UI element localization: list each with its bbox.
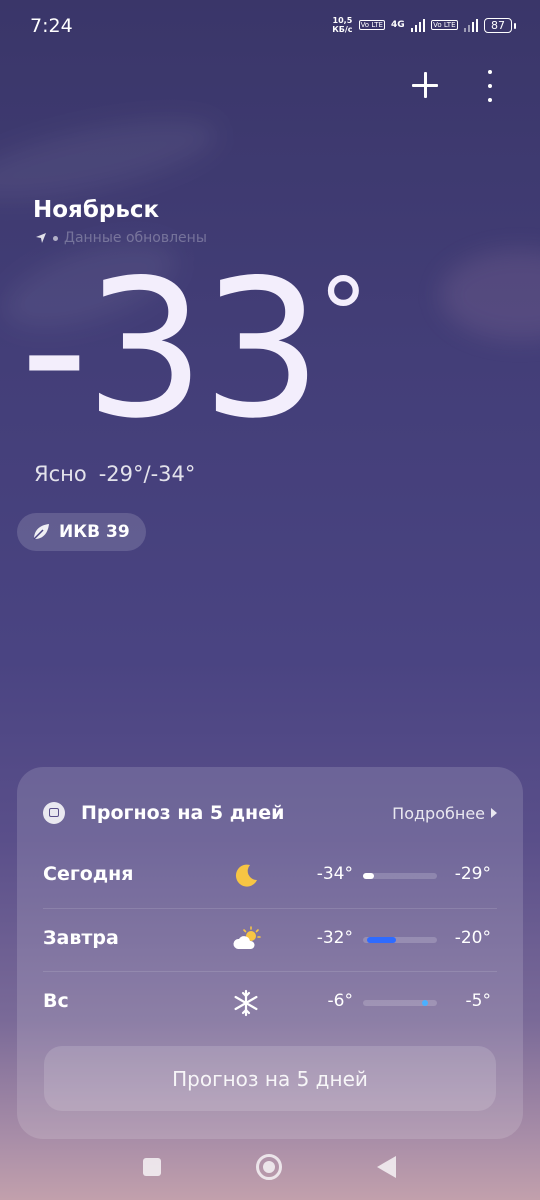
status-icons: 10,5 КБ/с Vo LTE 4G Vo LTE 87 — [332, 16, 516, 34]
partly-cloudy-icon — [233, 926, 261, 949]
temp-range-track — [363, 937, 437, 943]
forecast-card: Прогноз на 5 дней Подробнее Сегодня -34°… — [17, 767, 523, 1139]
day-label: Сегодня — [43, 863, 134, 885]
more-details-label: Подробнее — [392, 803, 485, 823]
degree-symbol: ° — [318, 256, 368, 373]
high-temp: -29° — [454, 864, 491, 884]
temperature-range: -29°/-34° — [98, 462, 196, 486]
aqi-badge[interactable]: ИКВ 39 — [17, 513, 146, 551]
network-speed: 10,5 КБ/с — [332, 16, 352, 34]
network-type: 4G — [390, 20, 405, 30]
add-city-button[interactable] — [408, 68, 442, 102]
network-speed-value: 10,5 — [332, 16, 353, 25]
volte-icon-2: Vo LTE — [431, 20, 458, 30]
chevron-right-icon — [491, 808, 497, 818]
more-options-button[interactable] — [482, 70, 498, 102]
temperature-value: -33 — [20, 239, 322, 460]
city-name: Ноябрьск — [33, 197, 160, 223]
forecast-title: Прогноз на 5 дней — [81, 802, 285, 824]
low-temp: -6° — [327, 991, 353, 1011]
condition-row: Ясно -29°/-34° — [34, 462, 195, 486]
snowflake-icon — [234, 989, 258, 1017]
calendar-icon — [43, 802, 65, 824]
temp-range-track — [363, 1000, 437, 1006]
aqi-label: ИКВ 39 — [59, 522, 130, 542]
current-temperature: -33° — [20, 250, 368, 450]
home-button[interactable] — [256, 1154, 282, 1180]
leaf-icon — [33, 524, 49, 540]
status-bar: 7:24 10,5 КБ/с Vo LTE 4G Vo LTE 87 — [0, 0, 540, 52]
high-temp: -20° — [454, 928, 491, 948]
signal-icon-2 — [463, 18, 478, 32]
forecast-row-tomorrow[interactable]: Завтра -32° -20° — [43, 908, 497, 971]
low-temp: -34° — [316, 864, 353, 884]
five-day-forecast-button[interactable]: Прогноз на 5 дней — [44, 1046, 496, 1111]
day-label: Вс — [43, 990, 69, 1012]
temp-range-fill — [366, 937, 397, 943]
forecast-row-sunday[interactable]: Вс -6° -5° — [43, 971, 497, 1034]
forecast-header: Прогноз на 5 дней Подробнее — [43, 797, 497, 829]
high-temp: -5° — [465, 991, 491, 1011]
temp-range-track — [363, 873, 437, 879]
recents-button[interactable] — [143, 1158, 161, 1176]
signal-icon — [410, 18, 426, 32]
low-temp: -32° — [316, 928, 353, 948]
temp-range-fill — [422, 1000, 429, 1006]
moon-icon — [235, 864, 257, 887]
battery-icon: 87 — [484, 17, 516, 33]
clock: 7:24 — [30, 15, 73, 37]
temp-range-fill — [363, 873, 375, 879]
back-button[interactable] — [377, 1156, 396, 1178]
forecast-row-today[interactable]: Сегодня -34° -29° — [43, 845, 497, 907]
more-details-link[interactable]: Подробнее — [392, 804, 497, 823]
condition-text: Ясно — [34, 462, 87, 486]
volte-icon: Vo LTE — [358, 20, 385, 30]
day-label: Завтра — [43, 927, 119, 949]
network-speed-unit: КБ/с — [332, 25, 353, 34]
